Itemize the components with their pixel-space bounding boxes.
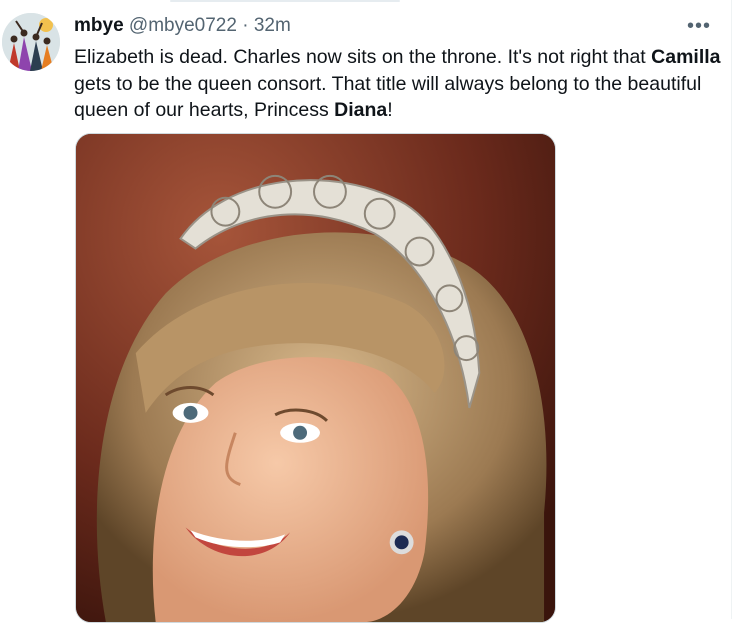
more-horizontal-icon: ••• (686, 14, 711, 37)
tweet-text-bold-diana: Diana (334, 99, 388, 121)
portrait-photo (76, 134, 555, 622)
tweet-text-segment: ! (387, 99, 393, 121)
top-divider (170, 0, 400, 2)
tweet-text-bold-camilla: Camilla (651, 46, 721, 68)
avatar[interactable] (2, 13, 60, 71)
tweet-header: mbye @mbye0722 · 32m (74, 14, 291, 38)
avatar-image (2, 13, 60, 71)
tweet-text-segment: Elizabeth is dead. Charles now sits on t… (74, 46, 652, 68)
tweet-time[interactable]: 32m (254, 15, 291, 36)
header-separator: · (242, 15, 249, 36)
tweet-photo[interactable] (75, 133, 556, 623)
author-name[interactable]: mbye (74, 15, 124, 36)
more-options-button[interactable]: ••• (686, 13, 712, 39)
author-handle[interactable]: @mbye0722 (129, 15, 237, 36)
column-divider (731, 0, 732, 619)
tweet-text: Elizabeth is dead. Charles now sits on t… (74, 44, 724, 124)
